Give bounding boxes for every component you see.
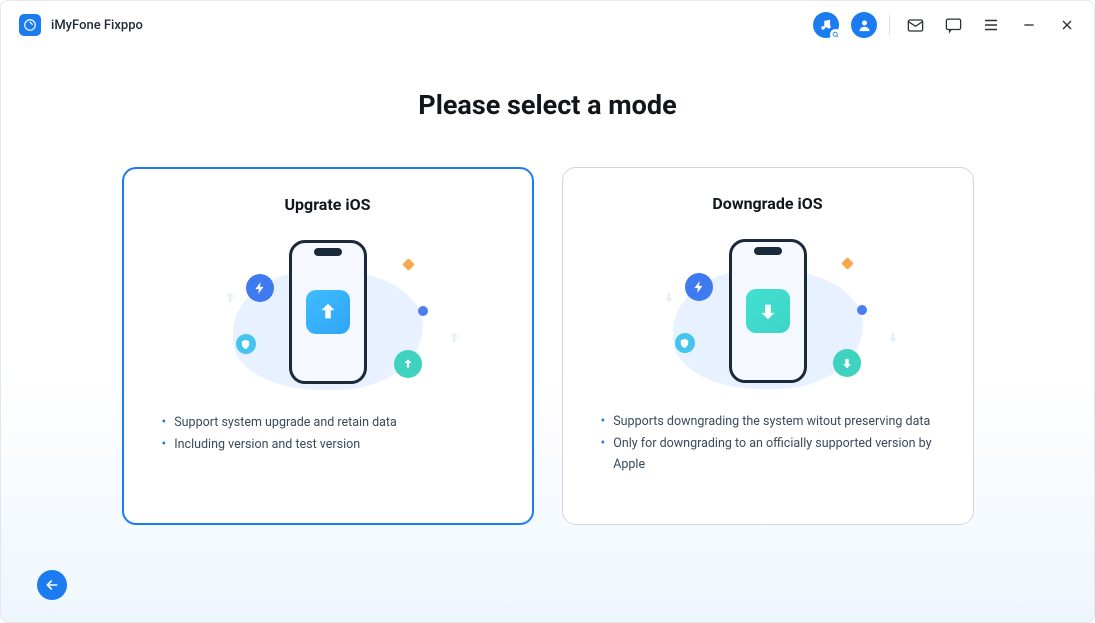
downgrade-bullet: Supports downgrading the system witout p…: [601, 411, 939, 433]
downgrade-bullets: Supports downgrading the system witout p…: [591, 411, 945, 475]
mail-icon[interactable]: [902, 12, 928, 38]
upgrade-ios-card[interactable]: Upgrate iOS: [122, 167, 534, 525]
arrow-down-tile-icon: [746, 289, 790, 333]
arrow-down-circle-icon: [833, 349, 861, 377]
phone-illustration: [729, 239, 807, 383]
titlebar-right: [813, 12, 1080, 38]
upgrade-bullet: Including version and test version: [162, 434, 498, 456]
menu-icon[interactable]: [978, 12, 1004, 38]
page-title: Please select a mode: [1, 89, 1094, 121]
shield-icon: [236, 334, 256, 354]
shield-icon: [675, 333, 695, 353]
downgrade-card-title: Downgrade iOS: [591, 194, 945, 213]
app-window: iMyFone Fixppo: [0, 0, 1095, 623]
titlebar: iMyFone Fixppo: [1, 1, 1094, 49]
mode-cards: Upgrate iOS: [1, 167, 1094, 525]
phone-illustration: [289, 240, 367, 384]
upgrade-illustration: [152, 220, 504, 404]
feedback-icon[interactable]: [940, 12, 966, 38]
upgrade-bullet: Support system upgrade and retain data: [162, 412, 498, 434]
music-note-icon[interactable]: [813, 12, 839, 38]
arrow-up-circle-icon: [394, 350, 422, 378]
close-icon[interactable]: [1054, 12, 1080, 38]
account-icon[interactable]: [851, 12, 877, 38]
upgrade-bullets: Support system upgrade and retain data I…: [152, 412, 504, 455]
app-logo-icon: [19, 14, 41, 36]
titlebar-left: iMyFone Fixppo: [19, 14, 143, 36]
downgrade-bullet: Only for downgrading to an officially su…: [601, 433, 939, 476]
arrow-up-tile-icon: [306, 290, 350, 334]
back-button[interactable]: [37, 570, 67, 600]
minimize-icon[interactable]: [1016, 12, 1042, 38]
arrow-left-icon: [44, 577, 60, 593]
content-area: Please select a mode Upgrate iOS: [1, 49, 1094, 622]
upgrade-card-title: Upgrate iOS: [152, 195, 504, 214]
app-title: iMyFone Fixppo: [51, 18, 143, 33]
lightning-icon: [246, 274, 274, 302]
downgrade-illustration: [591, 219, 945, 403]
lightning-icon: [685, 273, 713, 301]
separator: [889, 15, 890, 35]
downgrade-ios-card[interactable]: Downgrade iOS: [562, 167, 974, 525]
